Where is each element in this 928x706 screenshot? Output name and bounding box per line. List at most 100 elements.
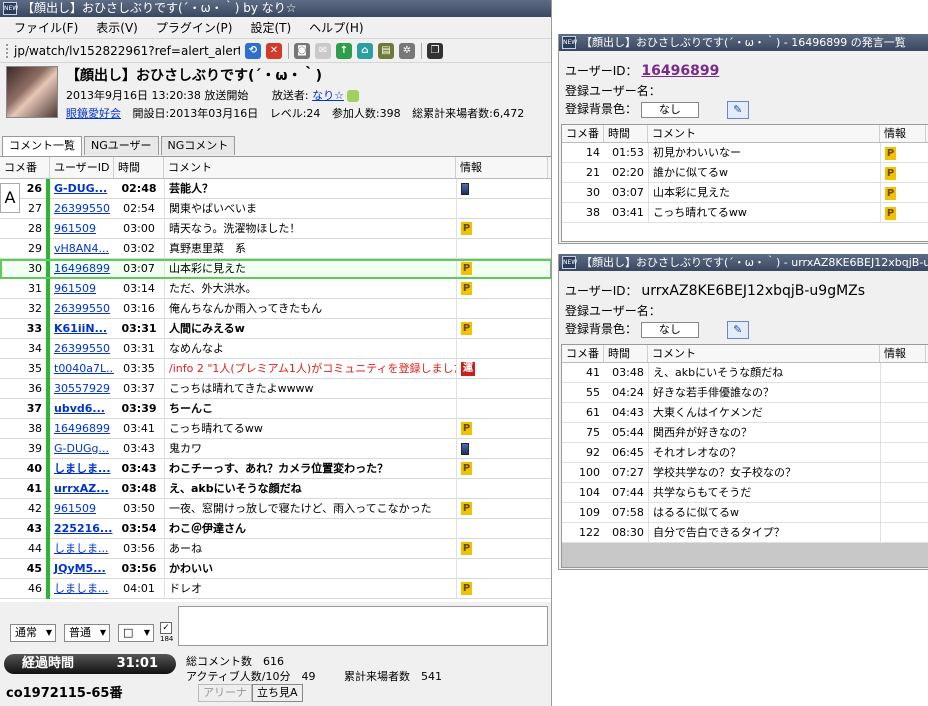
list-item[interactable]: 61 04:43 大東くんはイケメンだ	[562, 403, 928, 423]
row-user-id[interactable]: JQyM5...	[50, 559, 114, 579]
caster-avatar[interactable]	[6, 66, 58, 118]
list-item[interactable]: 100 07:27 学校共学なの？女子校なの？	[562, 463, 928, 483]
window-icon[interactable]: ❐	[427, 42, 443, 59]
table-row[interactable]: 39 G-DUGg... 03:43 鬼カワ	[0, 438, 551, 459]
row-user-id[interactable]: t0040a7L...	[50, 359, 114, 379]
list-item[interactable]: 38 03:41 こっち晴れてるww P	[562, 203, 928, 223]
row-user-id[interactable]: vH8AN4...	[50, 239, 114, 259]
user-id-link[interactable]: 16496899	[641, 63, 719, 79]
enable-checkbox[interactable]: ✓	[160, 622, 172, 634]
font-popup[interactable]: A	[0, 183, 20, 213]
row-user-id[interactable]: 961509	[50, 219, 114, 239]
table-row[interactable]: 43 225216... 03:54 わこ＠伊達さん	[0, 518, 551, 539]
table-row[interactable]: 46 しましま... 04:01 ドレオ P	[0, 578, 551, 599]
row-user-id[interactable]: G-DUG...	[50, 179, 114, 199]
color-select[interactable]: □ ▼	[118, 624, 154, 642]
table-row[interactable]: 44 しましま... 03:56 あーね P	[0, 538, 551, 559]
row-user-id[interactable]: 26399550	[50, 339, 114, 359]
size-select[interactable]: 普通 ▼	[64, 624, 110, 642]
col-no[interactable]: コメ番	[0, 157, 50, 178]
table-row[interactable]: 42 961509 03:50 一夜、窓開けっ放しで寝たけど、雨入ってこなかった P	[0, 498, 551, 519]
table-row[interactable]: 28 961509 03:00 晴天なう。洗濯物ほした！ P	[0, 218, 551, 239]
user-2-grid[interactable]: コメ番 時間 コメント 情報 41 03:48 え、akbにいそうな顔だね 55 04:…	[561, 344, 928, 568]
tab-comment-list[interactable]: コメント一覧	[2, 136, 82, 156]
tab-ng-users[interactable]: NGユーザー	[84, 136, 159, 155]
bg-color-field[interactable]: なし	[640, 321, 699, 338]
tab-ng-comments[interactable]: NGコメント	[160, 136, 236, 155]
list-item[interactable]: 55 04:24 好きな若手俳優誰なの？	[562, 383, 928, 403]
row-user-id[interactable]: ubvd6...	[50, 399, 114, 419]
row-user-id[interactable]: 26399550	[50, 299, 114, 319]
disconnect-icon[interactable]: ✕	[266, 42, 282, 59]
col-user-id[interactable]: ユーザーID	[50, 157, 114, 178]
menu-view[interactable]: 表示(V)	[90, 17, 144, 38]
list-item[interactable]: 14 01:53 初見かわいいなー P	[562, 143, 928, 163]
col-comment[interactable]: コメント	[164, 157, 456, 178]
main-titlebar[interactable]: NEW 【顔出し】おひさしぶりです(´・ω・｀) by なり☆	[0, 0, 551, 17]
user-window-1-titlebar[interactable]: NEW 【顔出し】おひさしぶりです(´・ω・｀) - 16496899 の発言一…	[559, 34, 928, 51]
user-window-2-titlebar[interactable]: NEW 【顔出し】おひさしぶりです(´・ω・｀) - urrxAZ8KE6BEJ…	[559, 254, 928, 271]
table-row[interactable]: 29 vH8AN4... 03:02 真野恵里菜 系	[0, 238, 551, 259]
table-row[interactable]: 31 961509 03:14 ただ、外大洪水。 P	[0, 278, 551, 299]
mail-icon[interactable]: ✉	[315, 42, 331, 59]
row-user-id[interactable]: 961509	[50, 279, 114, 299]
row-user-id[interactable]: 16496899	[50, 259, 114, 279]
col-time[interactable]: 時間	[604, 345, 648, 362]
col-time[interactable]: 時間	[114, 157, 164, 178]
list-item[interactable]: 104 07:44 共学ならもてそうだ	[562, 483, 928, 503]
list-item[interactable]: 21 02:20 誰かに似てるw P	[562, 163, 928, 183]
command-select[interactable]: 通常 ▼	[10, 624, 56, 642]
table-row[interactable]: 26 G-DUG... 02:48 芸能人？	[0, 178, 551, 199]
list-item[interactable]: 109 07:58 はるるに似てるw	[562, 503, 928, 523]
table-row[interactable]: 32 26399550 03:16 俺んちなんか雨入ってきたもん	[0, 298, 551, 319]
row-user-id[interactable]: 961509	[50, 499, 114, 519]
row-user-id[interactable]: しましま...	[50, 539, 114, 559]
row-user-id[interactable]: 26399550	[50, 199, 114, 219]
col-info[interactable]: 情報	[880, 125, 926, 142]
list-item[interactable]: 41 03:48 え、akbにいそうな顔だね	[562, 363, 928, 383]
menu-settings[interactable]: 設定(T)	[244, 17, 297, 38]
row-user-id[interactable]: しましま...	[50, 459, 114, 479]
row-user-id[interactable]: 16496899	[50, 419, 114, 439]
user-1-grid[interactable]: コメ番 時間 コメント 情報 14 01:53 初見かわいいなー P 21 02:20 誰か…	[561, 124, 928, 242]
menu-plugin[interactable]: プラグイン(P)	[150, 17, 239, 38]
row-user-id[interactable]: urrxAZ...	[50, 479, 114, 499]
gear-icon[interactable]: ✲	[399, 42, 415, 59]
table-row[interactable]: 27 26399550 02:54 関東やばいべいま	[0, 198, 551, 219]
community-link[interactable]: 眼鏡愛好会	[66, 107, 121, 120]
table-row[interactable]: 37 ubvd6... 03:39 ちーんこ	[0, 398, 551, 419]
speaker-icon[interactable]: ◙	[294, 42, 310, 59]
col-no[interactable]: コメ番	[562, 125, 604, 142]
standing-button[interactable]: 立ち見A	[252, 684, 303, 702]
table-row[interactable]: 30 16496899 03:07 山本彩に見えた P	[0, 258, 551, 279]
table-row[interactable]: 45 JQyM5... 03:56 かわいい	[0, 558, 551, 579]
url-field[interactable]: jp/watch/lv152822961?ref=alert_alert	[6, 43, 240, 58]
row-user-id[interactable]: しましま...	[50, 579, 114, 599]
row-user-id[interactable]: 30557929	[50, 379, 114, 399]
upload-icon[interactable]: ↑	[336, 42, 352, 59]
table-row[interactable]: 38 16496899 03:41 こっち晴れてるww P	[0, 418, 551, 439]
table-row[interactable]: 34 26399550 03:31 なめんなよ	[0, 338, 551, 359]
comment-input[interactable]	[178, 606, 548, 646]
connect-icon[interactable]: ⟲	[245, 42, 261, 59]
table-row[interactable]: 35 t0040a7L... 03:35/info 2 "1人(プレミアム1人)がコ…	[0, 358, 551, 379]
col-comment[interactable]: コメント	[648, 345, 880, 362]
row-user-id[interactable]: K61iiN...	[50, 319, 114, 339]
row-user-id[interactable]: G-DUGg...	[50, 439, 114, 459]
menu-file[interactable]: ファイル(F)	[8, 17, 84, 38]
table-row[interactable]: 33 K61iiN... 03:31 人間にみえるw P	[0, 318, 551, 339]
col-comment[interactable]: コメント	[648, 125, 880, 142]
list-item[interactable]: 92 06:45 それオレオなの？	[562, 443, 928, 463]
col-no[interactable]: コメ番	[562, 345, 604, 362]
col-time[interactable]: 時間	[604, 125, 648, 142]
comment-grid[interactable]: コメ番 ユーザーID 時間 コメント 情報 26 G-DUG... 02:48 芸能人…	[0, 156, 551, 602]
table-row[interactable]: 41 urrxAZ... 03:48 え、akbにいそうな顔だね	[0, 478, 551, 499]
menu-help[interactable]: ヘルプ(H)	[303, 17, 369, 38]
list-item[interactable]: 75 05:44 関西弁が好きなの？	[562, 423, 928, 443]
wrench-icon[interactable]: ✎	[726, 320, 749, 339]
list-item[interactable]: 122 08:30 自分で告白できるタイプ？	[562, 523, 928, 543]
col-info[interactable]: 情報	[880, 345, 926, 362]
col-info[interactable]: 情報	[456, 157, 548, 178]
table-row[interactable]: 36 30557929 03:37 こっちは晴れてきたよwwww	[0, 378, 551, 399]
list-item[interactable]: 30 03:07 山本彩に見えた P	[562, 183, 928, 203]
